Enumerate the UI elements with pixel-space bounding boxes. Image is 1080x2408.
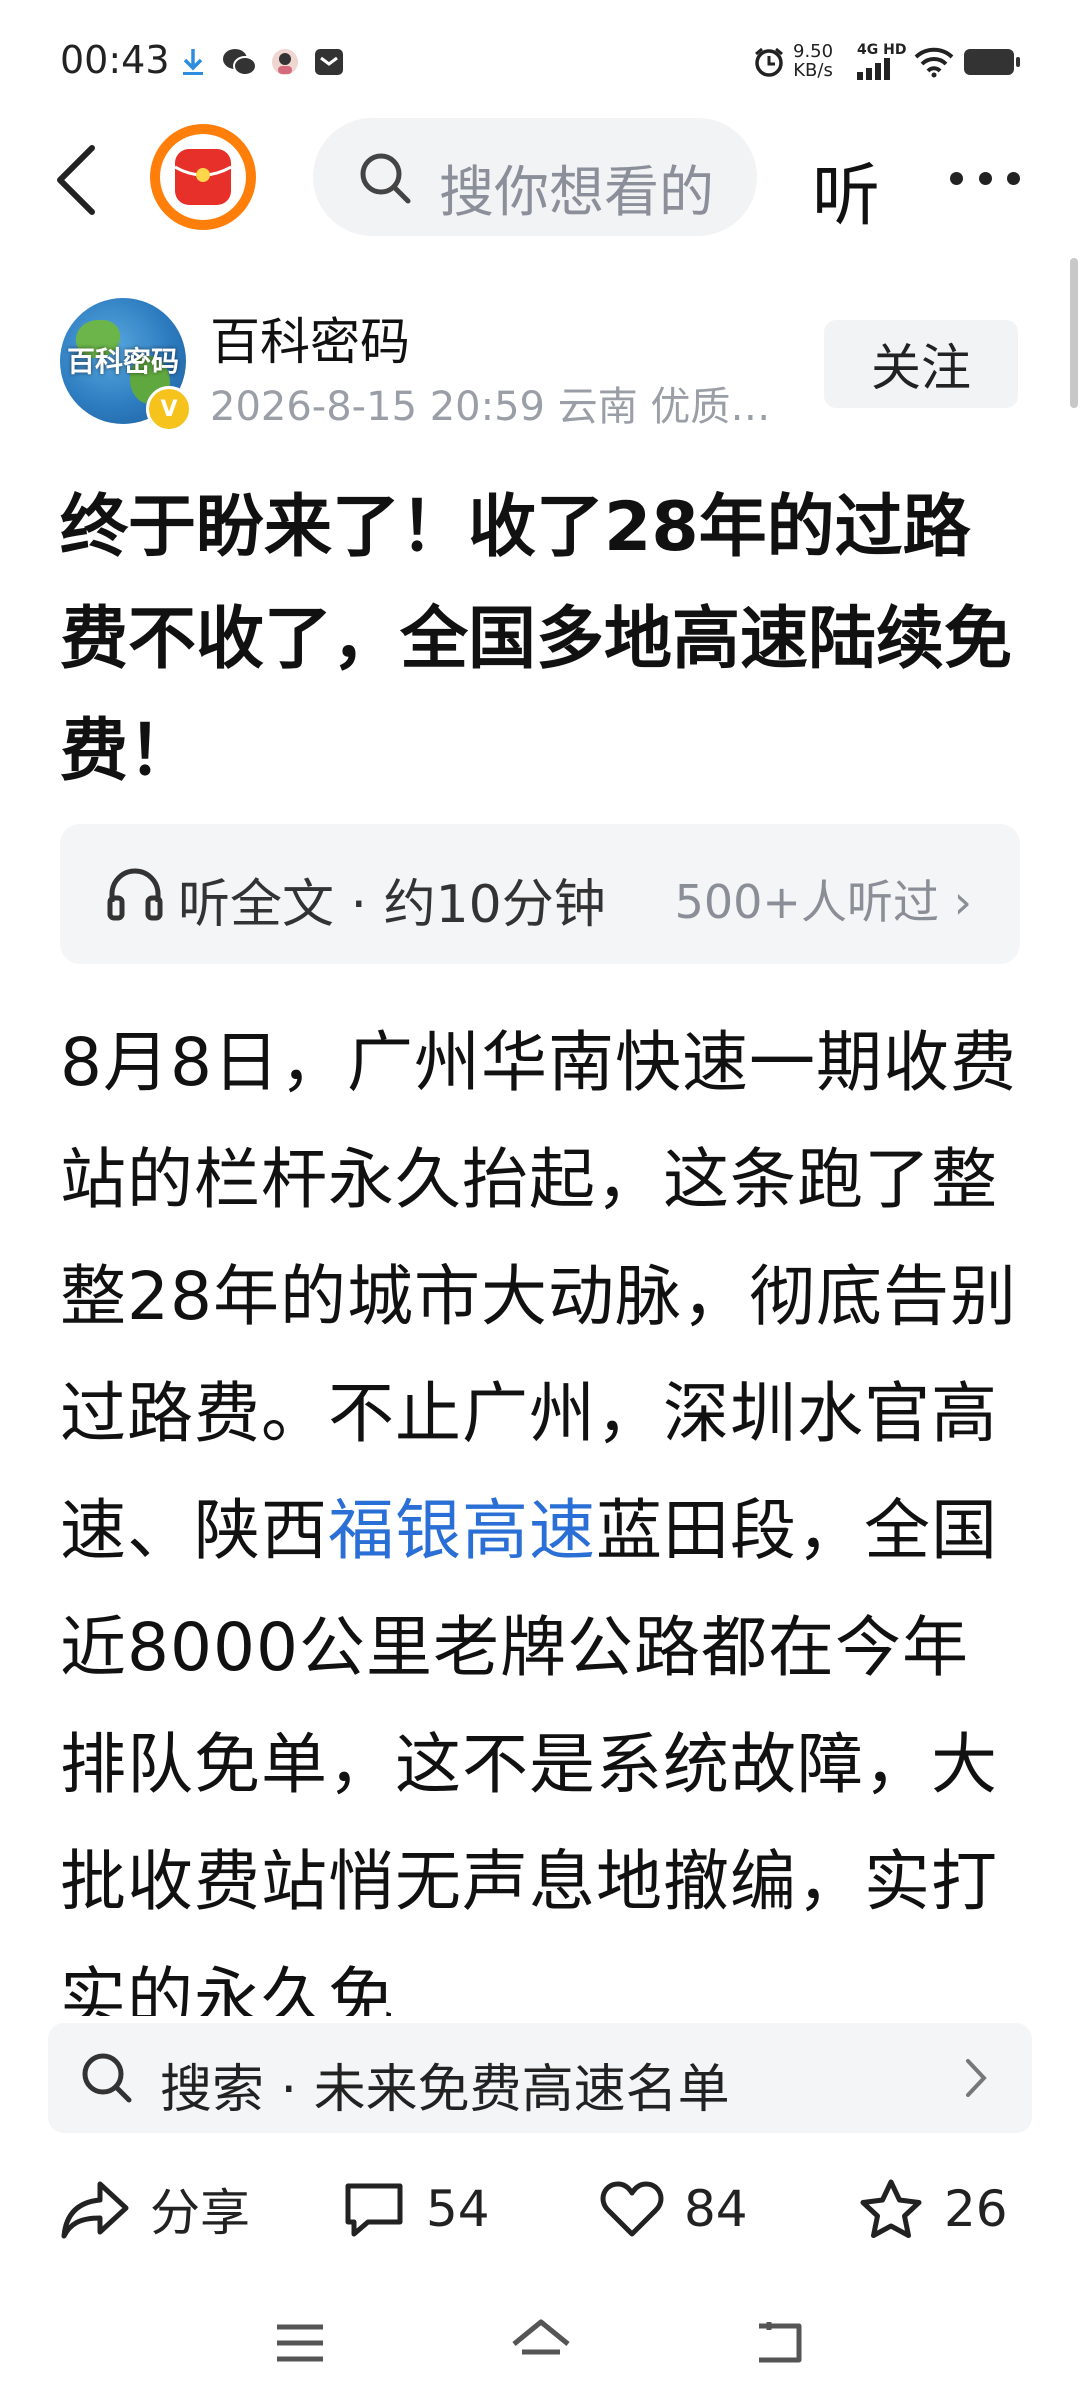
like-count: 84 <box>684 2180 748 2238</box>
verified-badge-icon: V <box>146 386 192 432</box>
listen-full-text: 听全文 · 约10分钟 <box>178 875 606 935</box>
wechat-icon <box>220 46 258 78</box>
search-icon <box>82 2053 132 2103</box>
comment-button[interactable]: 54 <box>342 2174 490 2244</box>
comment-count: 54 <box>426 2180 490 2238</box>
keyword-link[interactable]: 福银高速 <box>328 1492 596 1569</box>
share-button[interactable]: 分享 <box>60 2174 250 2244</box>
app-avatar-icon <box>268 46 302 78</box>
headphones-icon <box>107 868 163 921</box>
article-body: 8月8日，广州华南快速一期收费站的栏杆永久抬起，这条跑了整整28年的城市大动脉，… <box>60 1024 1017 2016</box>
star-icon <box>860 2179 922 2238</box>
net-speed: 9.50 KB/s <box>793 41 834 81</box>
home-icon <box>512 2319 570 2355</box>
follow-button[interactable]: 关注 <box>824 320 1018 408</box>
status-time: 00:43 <box>60 38 170 82</box>
comment-icon <box>345 2183 403 2237</box>
like-button[interactable]: 84 <box>600 2174 748 2244</box>
status-bar: 00:43 9.50 KB/s 4G HD <box>0 0 1080 120</box>
more-options-button[interactable] <box>950 172 1020 186</box>
app-logo[interactable] <box>150 124 256 230</box>
network-type: 4G HD <box>857 42 906 84</box>
search-suggestion-bar[interactable]: 搜索 · 未来免费高速名单 <box>48 2023 1032 2133</box>
signal-icon <box>857 58 890 80</box>
listen-full-article-bar[interactable]: 听全文 · 约10分钟 500+人听过 › <box>60 824 1020 964</box>
nav-back-button[interactable] <box>750 2308 810 2378</box>
wifi-icon <box>912 46 956 78</box>
scrollbar[interactable] <box>1070 258 1078 408</box>
battery-icon <box>962 46 1022 78</box>
favorite-button[interactable]: 26 <box>858 2174 1008 2244</box>
search-suggestion-text: 搜索 · 未来免费高速名单 <box>160 2060 730 2120</box>
nav-home-button[interactable] <box>506 2308 576 2378</box>
author-meta: 2026-8-15 20:59 云南 优质… <box>210 384 771 430</box>
share-icon <box>61 2181 129 2239</box>
heart-icon <box>600 2181 664 2237</box>
message-icon <box>312 46 346 78</box>
chevron-right-icon <box>966 2059 987 2097</box>
search-input[interactable]: 搜你想看的 <box>313 118 757 236</box>
download-icon <box>178 46 208 78</box>
menu-icon <box>277 2324 323 2362</box>
author-name[interactable]: 百科密码 <box>210 302 410 374</box>
back-button[interactable] <box>48 140 108 220</box>
nav-menu-button[interactable] <box>270 2308 330 2378</box>
listen-button[interactable]: 听 <box>812 140 880 239</box>
listen-count: 500+人听过 › <box>674 875 972 929</box>
back-arrow-icon <box>57 145 95 215</box>
search-placeholder: 搜你想看的 <box>439 160 715 224</box>
chevron-right-icon: › <box>953 875 972 929</box>
share-label: 分享 <box>150 2184 250 2242</box>
article-title: 终于盼来了！收了28年的过路费不收了，全国多地高速陆续免费！ <box>60 488 1013 791</box>
alarm-icon <box>752 46 786 78</box>
favorite-count: 26 <box>944 2180 1008 2238</box>
search-icon <box>360 153 411 204</box>
red-envelope-icon <box>174 149 232 205</box>
return-icon <box>759 2322 802 2363</box>
